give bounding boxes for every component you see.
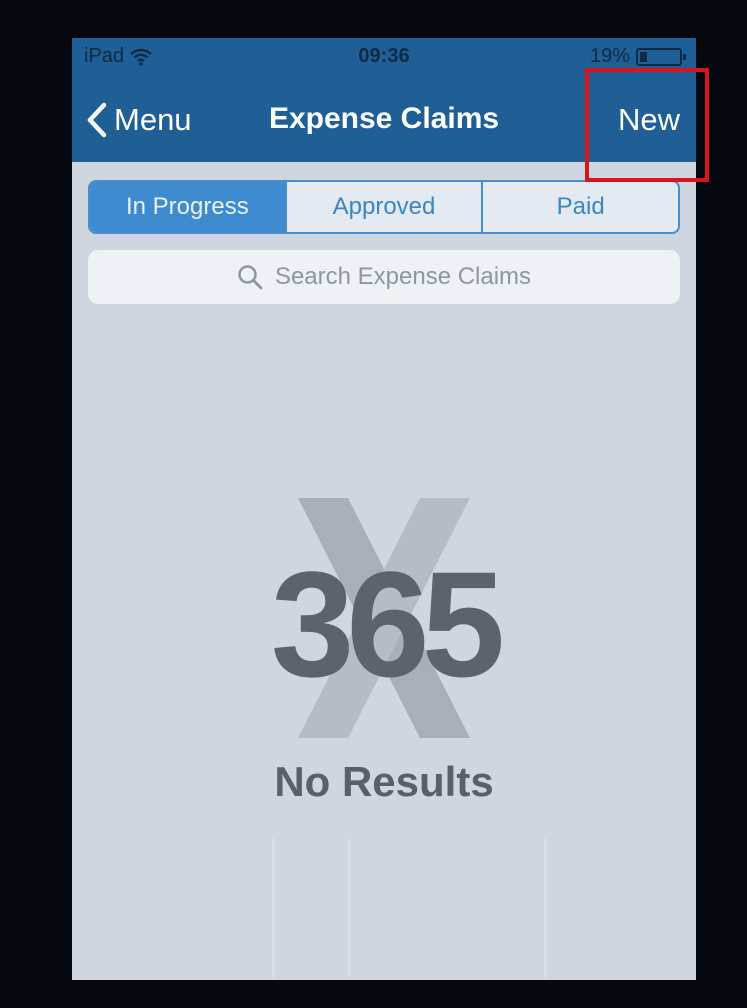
logo-number: 365 [271,540,502,708]
app-screen: iPad 09:36 19% Menu Expense Claims New I… [72,38,696,980]
new-claim-button[interactable]: New [618,102,680,138]
status-filter-tabs: In Progress Approved Paid [88,180,680,234]
search-icon [238,265,263,290]
status-bar: iPad 09:36 19% [72,38,696,76]
battery-fill [640,51,647,62]
battery-percent: 19% [589,45,630,67]
navigation-bar: iPad 09:36 19% Menu Expense Claims New [72,38,696,162]
device-bezel: iPad 09:36 19% Menu Expense Claims New I… [0,0,747,1008]
no-results-message: No Results [274,758,494,805]
faint-line [272,838,275,978]
x365-logo: 365 [271,498,510,738]
empty-state: 365 No Results [72,498,696,818]
battery-icon [636,47,686,66]
tab-approved[interactable]: Approved [284,182,482,232]
search-input[interactable]: Search Expense Claims [88,250,680,304]
faint-line [544,838,547,978]
battery-nub [683,53,686,60]
page-title: Expense Claims [268,102,500,135]
status-right: 19% [589,45,686,68]
faint-line [348,838,351,978]
search-placeholder: Search Expense Claims [274,263,532,290]
tab-in-progress[interactable]: In Progress [90,182,285,232]
tab-paid[interactable]: Paid [481,182,678,232]
